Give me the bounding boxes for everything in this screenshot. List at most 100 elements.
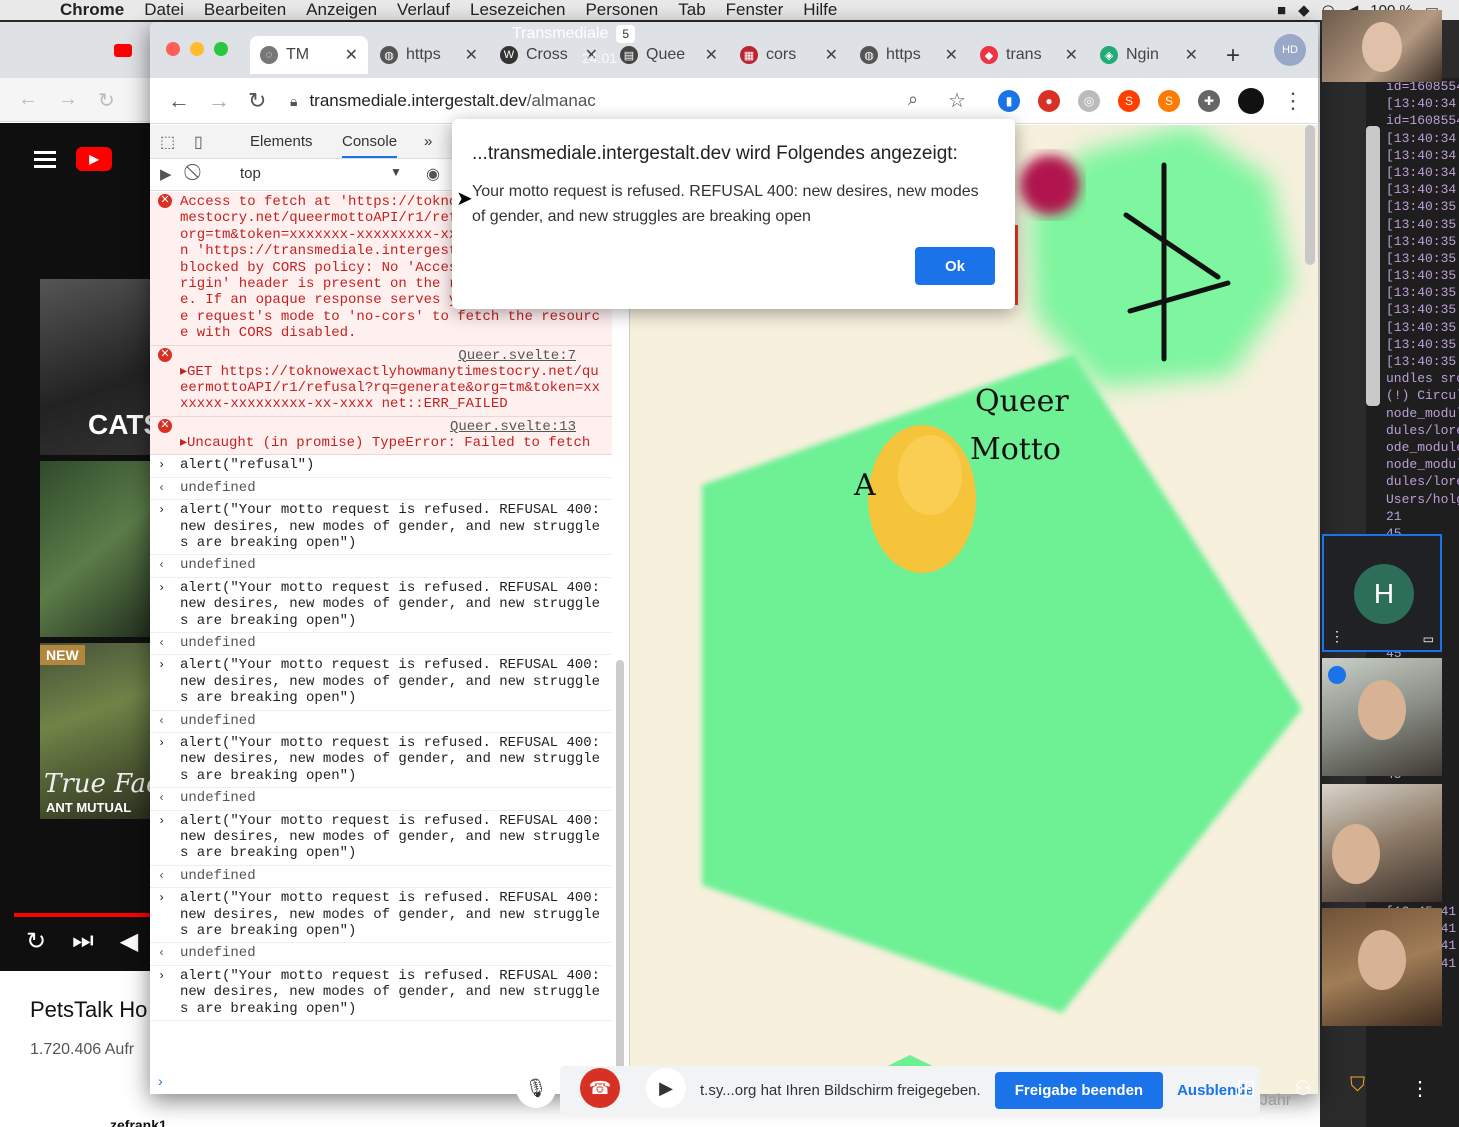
browser-tab[interactable]: ◌ TM ✕ [250, 36, 368, 74]
close-tab-icon[interactable]: ✕ [465, 45, 478, 65]
console-input[interactable]: › alert("refusal") [150, 455, 612, 478]
camera-icon[interactable]: ■ [1277, 2, 1286, 19]
new-tab-button[interactable]: + [1226, 42, 1240, 70]
progress-bar[interactable] [14, 913, 160, 917]
sidebar-toggle-icon[interactable]: ▶ [160, 165, 172, 183]
participant-tile[interactable] [1322, 658, 1442, 776]
back-arrow-icon[interactable]: ← [18, 88, 38, 111]
extension-icon[interactable]: ▮ [998, 90, 1020, 112]
video-thumbnail[interactable]: CATS [40, 279, 160, 455]
browser-tab[interactable]: ◍ https ✕ [370, 36, 488, 74]
browser-tab[interactable]: ◍ https ✕ [850, 36, 968, 74]
participant-tile[interactable] [1322, 784, 1442, 902]
console-input[interactable]: › alert("Your motto request is refused. R… [150, 811, 612, 866]
video-thumbnail[interactable]: NEW True Fac ANT MUTUAL [40, 643, 160, 819]
channel-name[interactable]: zefrank1 [110, 1117, 167, 1127]
more-options-icon[interactable]: ⋮ [1330, 628, 1344, 645]
console-input[interactable]: › alert("Your motto request is refused. R… [150, 733, 612, 789]
console-result[interactable]: ‹ undefined [150, 478, 612, 501]
console-input[interactable]: › alert("Your motto request is refused. R… [150, 578, 612, 633]
dropbox-icon[interactable]: ◆ [1298, 1, 1310, 19]
profile-avatar[interactable] [1238, 88, 1264, 114]
participant-tile[interactable]: H ⋮ ▭ [1322, 534, 1442, 652]
self-view-video[interactable] [1322, 10, 1442, 82]
console-result[interactable]: ‹ undefined [150, 711, 612, 733]
hangup-icon[interactable]: ☎ [580, 1068, 620, 1108]
source-link[interactable]: Queer.svelte:7 [458, 348, 576, 364]
reload-icon[interactable]: ↻ [248, 88, 266, 114]
console-result[interactable]: ‹ undefined [150, 788, 612, 811]
youtube-tab-icon[interactable] [114, 44, 132, 57]
reload-icon[interactable]: ↻ [98, 88, 115, 113]
menu-item[interactable]: Datei [134, 0, 194, 20]
menu-item[interactable]: Verlauf [387, 0, 460, 20]
menu-item[interactable]: Anzeigen [296, 0, 387, 20]
close-tab-icon[interactable]: ✕ [705, 45, 718, 65]
replay-icon[interactable]: ↻ [26, 927, 46, 956]
more-options-icon[interactable]: ⋮ [1410, 1076, 1430, 1101]
chevron-down-icon[interactable]: ▼ [390, 165, 402, 179]
camera-icon[interactable]: ▶ [646, 1068, 686, 1108]
minimize-window-button[interactable] [190, 42, 204, 56]
console-result[interactable]: ‹ undefined [150, 633, 612, 656]
console-input[interactable]: › alert("Your motto request is refused. R… [150, 888, 612, 944]
more-menu-icon[interactable]: ⋮ [1282, 88, 1304, 114]
close-window-button[interactable] [166, 42, 180, 56]
console-error[interactable]: ✕ ▸GET https://toknowexactlyhowmanytimest… [150, 345, 612, 417]
address-bar[interactable]: 🔒︎ transmediale.intergestalt.dev/almanac [290, 85, 970, 117]
participant-count[interactable]: 5 [616, 25, 636, 43]
menu-hamburger-icon[interactable] [34, 147, 56, 172]
browser-tab[interactable]: ◈ Ngin ✕ [1090, 36, 1208, 74]
context-selector[interactable]: top [240, 165, 261, 182]
microphone-icon[interactable]: 🎙︎ [516, 1068, 556, 1108]
browser-tab[interactable]: ▦ cors ✕ [730, 36, 848, 74]
extension-icon[interactable]: S [1158, 90, 1180, 112]
menu-item[interactable]: Bearbeiten [194, 0, 296, 20]
grid-layout-icon[interactable]: ⊞ [1236, 1074, 1256, 1103]
console-error[interactable]: ✕ ▸Uncaught (in promise) TypeError: Faile… [150, 416, 612, 456]
console-input[interactable]: › alert("Your motto request is refused. R… [150, 655, 612, 711]
shield-icon[interactable]: ⛉ [1350, 1074, 1365, 1097]
close-tab-icon[interactable]: ✕ [345, 45, 358, 65]
back-arrow-icon[interactable]: ← [168, 88, 190, 114]
youtube-logo[interactable]: ▶ [76, 147, 112, 171]
page-scrollbar[interactable] [1305, 125, 1315, 265]
console-input[interactable]: › alert("Your motto request is refused. R… [150, 500, 612, 556]
console-scrollbar[interactable] [616, 660, 624, 1090]
menu-item[interactable]: Lesezeichen [460, 0, 575, 20]
pin-icon[interactable] [1328, 666, 1346, 684]
tab-elements[interactable]: Elements [250, 133, 313, 150]
next-icon[interactable]: ⏭ [72, 927, 94, 956]
menu-item[interactable]: Hilfe [793, 0, 847, 20]
extensions-puzzle-icon[interactable]: ✚ [1198, 90, 1220, 112]
console-input[interactable]: › alert("Your motto request is refused. R… [150, 966, 612, 1022]
console-result[interactable]: ‹ undefined [150, 866, 612, 889]
zoom-window-button[interactable] [214, 42, 228, 56]
video-title[interactable]: PetsTalk Ho [30, 997, 147, 1023]
source-link[interactable]: Queer.svelte:13 [450, 419, 576, 435]
volume-icon[interactable]: ◀ [120, 927, 138, 956]
console-result[interactable]: ‹ undefined [150, 943, 612, 966]
tab-console[interactable]: Console [342, 133, 398, 158]
stop-share-button[interactable]: Freigabe beenden [994, 1071, 1164, 1109]
eye-icon[interactable]: ◉ [426, 164, 440, 184]
browser-tab[interactable]: ◆ trans ✕ [970, 36, 1088, 74]
more-tabs-icon[interactable]: » [424, 133, 432, 150]
video-thumbnail[interactable] [40, 461, 160, 637]
extension-icon[interactable]: ◎ [1078, 90, 1100, 112]
lock-icon[interactable]: 🔒︎ [290, 93, 297, 110]
close-tab-icon[interactable]: ✕ [1185, 45, 1198, 65]
svelte-devtools-icon[interactable]: S [1118, 90, 1140, 112]
profile-avatar[interactable]: HD [1274, 34, 1306, 66]
inspect-icon[interactable]: ⬚ [160, 132, 175, 152]
console-result[interactable]: ‹ undefined [150, 555, 612, 578]
bookmark-star-icon[interactable]: ☆ [948, 88, 966, 113]
menu-item[interactable]: Tab [668, 0, 715, 20]
close-tab-icon[interactable]: ✕ [945, 45, 958, 65]
zoom-icon[interactable]: ⌕ [908, 89, 918, 110]
close-tab-icon[interactable]: ✕ [825, 45, 838, 65]
menu-item[interactable]: Personen [575, 0, 668, 20]
menu-item[interactable]: Fenster [716, 0, 794, 20]
add-person-icon[interactable]: ⚇ [1294, 1076, 1312, 1101]
close-tab-icon[interactable]: ✕ [1065, 45, 1078, 65]
